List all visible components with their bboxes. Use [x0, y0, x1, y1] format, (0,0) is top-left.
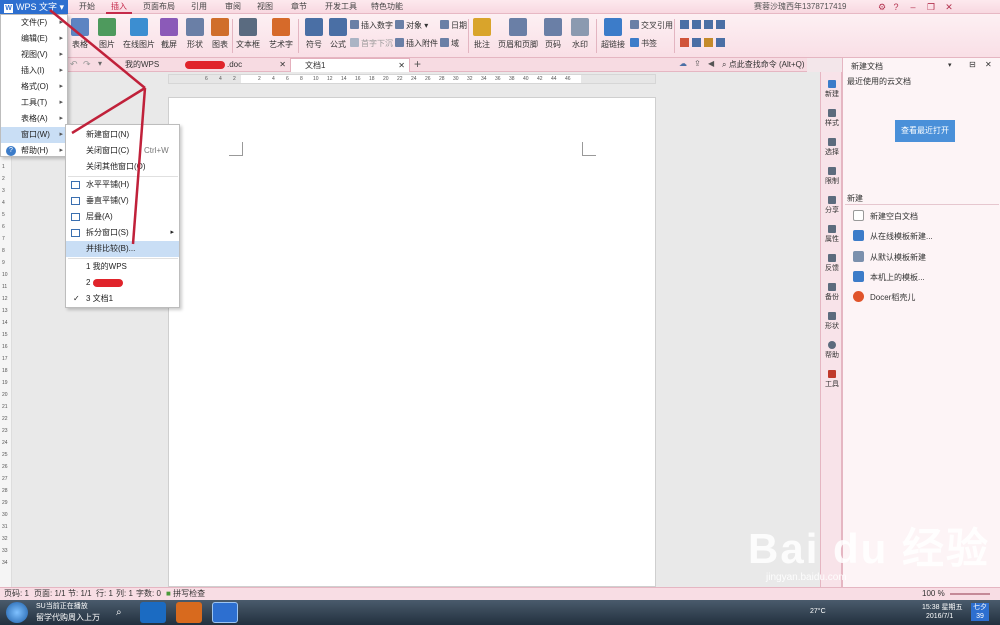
watermark-logo: Bai du 经验 [748, 525, 991, 572]
watermark-url: jingyan.baidu.com [766, 572, 847, 583]
annotation-line [49, 9, 146, 89]
annotation-line [71, 86, 146, 135]
annotation-line [131, 87, 147, 245]
